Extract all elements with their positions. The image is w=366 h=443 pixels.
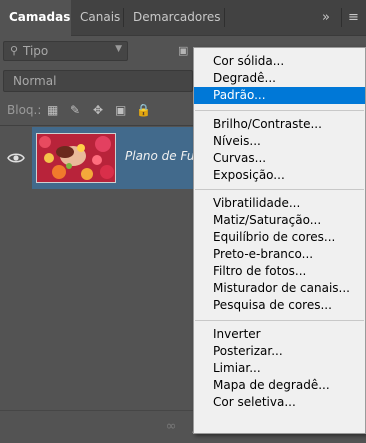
lock-all-icon[interactable]: 🔒 [136,103,151,117]
hamburger-menu-icon[interactable]: ≡ [348,0,359,35]
menu-item-niveis[interactable]: Níveis... [194,133,365,150]
layer-name[interactable]: Plano de Fu [125,149,195,163]
menu-item-filtro-de-fotos[interactable]: Filtro de fotos... [194,263,365,280]
menu-item-brilho-contraste[interactable]: Brilho/Contraste... [194,116,365,133]
lock-row: Bloq.: ▦ ✎ ✥ ▣ 🔒 [0,97,200,125]
double-chevron-right-icon[interactable]: » [322,0,330,35]
menu-item-inverter[interactable]: Inverter [194,326,365,343]
filter-type-label: Tipo [23,44,49,58]
menu-item-misturador-de-canais[interactable]: Misturador de canais... [194,280,365,297]
menu-item-curvas[interactable]: Curvas... [194,150,365,167]
menu-item-mapa-de-degrade[interactable]: Mapa de degradê... [194,377,365,394]
menu-item-vibratilidade[interactable]: Vibratilidade... [194,195,365,212]
layer-thumbnail[interactable] [36,133,116,183]
tab-separator [341,8,342,27]
menu-separator [195,189,364,190]
lock-label: Bloq.: [7,103,42,117]
menu-item-limiar[interactable]: Limiar... [194,360,365,377]
tab-demarcadores[interactable]: Demarcadores [124,0,224,35]
image-filter-icon[interactable]: ▣ [178,44,188,57]
menu-item-preto-e-branco[interactable]: Preto-e-branco... [194,246,365,263]
layer-filter-dropdown[interactable]: ⚲ Tipo ▼ [3,41,128,61]
lock-image-pixels-icon[interactable]: ✎ [70,103,80,117]
blend-mode-value: Normal [13,74,57,88]
layers-panel: Camadas Canais Demarcadores » ≡ ⚲ Tipo ▼… [0,0,366,443]
lock-transparent-pixels-icon[interactable]: ▦ [47,103,58,117]
panel-tab-bar: Camadas Canais Demarcadores » ≡ [0,0,366,36]
lock-artboard-icon[interactable]: ▣ [115,103,126,117]
menu-item-posterizar[interactable]: Posterizar... [194,343,365,360]
chevron-down-icon: ▼ [115,44,122,54]
menu-item-cor-seletiva[interactable]: Cor seletiva... [194,394,365,411]
link-layers-icon[interactable]: ∞ [163,419,179,435]
blend-mode-dropdown[interactable]: Normal [3,70,193,92]
lock-position-icon[interactable]: ✥ [93,103,103,117]
menu-item-matiz-saturacao[interactable]: Matiz/Saturação... [194,212,365,229]
eye-icon[interactable] [7,149,27,169]
menu-item-padrao[interactable]: Padrão... [194,87,365,104]
menu-item-equilibrio-de-cores[interactable]: Equilíbrio de cores... [194,229,365,246]
menu-separator [195,110,364,111]
menu-item-degrade[interactable]: Degradê... [194,70,365,87]
adjustment-layer-menu: Cor sólida... Degradê... Padrão... Brilh… [193,47,366,434]
tab-canais[interactable]: Canais [71,0,123,35]
menu-item-pesquisa-de-cores[interactable]: Pesquisa de cores... [194,297,365,314]
menu-item-exposicao[interactable]: Exposição... [194,167,365,184]
tab-camadas[interactable]: Camadas [0,0,71,36]
search-icon: ⚲ [10,44,19,57]
menu-item-cor-solida[interactable]: Cor sólida... [194,53,365,70]
menu-separator [195,320,364,321]
tab-separator [224,8,225,27]
